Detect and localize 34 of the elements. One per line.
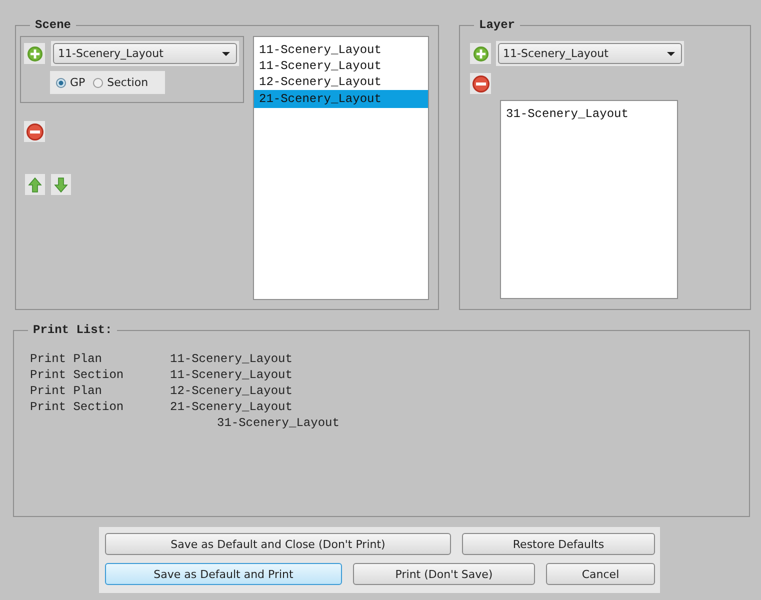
radio-option[interactable]: Section [93,76,148,89]
dialog-button[interactable]: Restore Defaults [462,533,655,555]
layer-dropdown[interactable]: 11-Scenery_Layout [498,43,682,64]
dialog-button[interactable]: Cancel [546,563,655,585]
group-title: Print List: [32,323,114,337]
list-item[interactable]: 12-Scenery_Layout [254,74,428,90]
remove-icon[interactable] [24,121,45,142]
list-item[interactable]: 11-Scenery_Layout [254,42,428,58]
remove-icon[interactable] [470,73,491,94]
list-item[interactable]: 31-Scenery_Layout [501,106,677,122]
layout-name: 12-Scenery_Layout [170,383,292,399]
print-action: Print Plan [30,383,104,399]
move-up-icon[interactable] [25,174,45,195]
layout-name: 11-Scenery_Layout [170,351,292,367]
radio-option[interactable]: GP [56,76,86,89]
dialog-button[interactable]: Save as Default and Print [105,563,342,585]
add-icon[interactable] [470,43,491,64]
layout-name: 11-Scenery_Layout [170,367,292,383]
scene-dropdown[interactable]: 11-Scenery_Layout [53,43,237,64]
dialog-button[interactable]: Save as Default and Close (Don't Print) [105,533,451,555]
move-down-icon[interactable] [51,174,71,195]
list-item[interactable]: 21-Scenery_Layout [254,90,428,108]
add-icon[interactable] [24,43,45,64]
print-action: Print Plan [30,351,104,367]
print-action: Print Section [30,399,125,415]
layer-name: 31-Scenery_Layout [217,415,340,431]
list-item[interactable]: 11-Scenery_Layout [254,58,428,74]
caret-icon [222,52,230,56]
group-title: Layer [478,18,516,32]
caret-icon [667,52,675,56]
layout-name: 21-Scenery_Layout [170,399,292,415]
dialog-button[interactable]: Print (Don't Save) [353,563,535,585]
group-title: Scene [34,18,72,32]
print-action: Print Section [30,367,125,383]
